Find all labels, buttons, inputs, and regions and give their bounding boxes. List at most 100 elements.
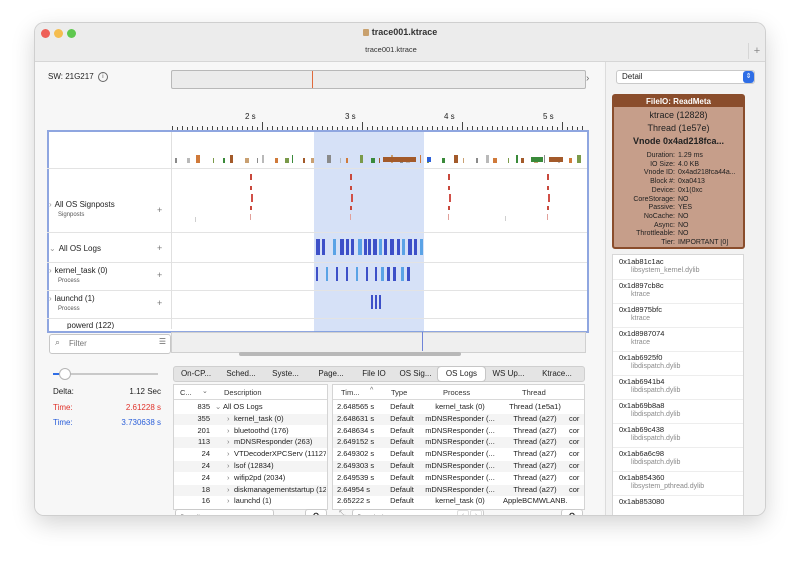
os-log-mark[interactable] — [351, 239, 354, 255]
os-log-mark[interactable] — [333, 239, 336, 255]
kernel-task-mark[interactable] — [381, 267, 384, 281]
kernel-task-mark[interactable] — [356, 267, 358, 281]
kernel-task-mark[interactable] — [346, 267, 348, 281]
chevron-right-icon[interactable]: › — [586, 73, 589, 84]
backtrace-frame[interactable]: 0x1ab69b8a8 libdispatch.dylib — [613, 399, 743, 424]
kernel-task-mark[interactable] — [326, 267, 328, 281]
lane-all-os-logs[interactable]: ⌄ All OS Logs — [49, 244, 171, 253]
tab-scheduling[interactable]: Sched... — [219, 367, 263, 381]
find-message-input[interactable] — [367, 511, 451, 515]
signpost-mark[interactable] — [448, 174, 450, 180]
disclosure-icon[interactable]: › — [227, 496, 230, 505]
column-header-description[interactable]: Description — [224, 388, 262, 397]
table-row[interactable]: 835 ⌄ All OS Logs — [174, 402, 327, 413]
os-log-mark[interactable] — [340, 239, 344, 255]
inspector-mode-select[interactable]: Detail ⇕ — [616, 70, 755, 84]
zoom-slider-knob[interactable] — [59, 368, 71, 380]
signpost-mark[interactable] — [505, 216, 506, 221]
backtrace-frame[interactable]: 0x1ab81c1ac libsystem_kernel.dylib — [613, 255, 743, 280]
disclosure-open-icon[interactable]: ⌄ — [49, 244, 56, 253]
os-log-mark[interactable] — [402, 239, 405, 255]
column-header-type[interactable]: Type — [391, 388, 407, 397]
signpost-mark[interactable] — [250, 186, 252, 190]
tab-ktrace[interactable]: Ktrace... — [532, 367, 582, 381]
signpost-mark[interactable] — [547, 206, 549, 210]
gear-icon[interactable]: ⚙ — [561, 509, 583, 515]
add-track-button[interactable]: + — [157, 270, 162, 280]
launchd-mark[interactable] — [375, 295, 377, 309]
backtrace-frame[interactable]: 0x1ab6a6c98 libdispatch.dylib — [613, 447, 743, 472]
signpost-mark[interactable] — [548, 194, 550, 202]
find-previous-button[interactable]: ‹ — [457, 510, 469, 515]
disclosure-icon[interactable]: › — [227, 461, 230, 470]
table-row[interactable]: 2.648631 s Default mDNSResponder (... Threa… — [333, 413, 584, 425]
disclosure-open-icon[interactable]: ⌄ — [215, 402, 221, 411]
lane-all-os-signposts[interactable]: › All OS Signposts Signposts — [49, 200, 171, 218]
kernel-task-mark[interactable] — [393, 267, 396, 281]
kernel-task-mark[interactable] — [375, 267, 377, 281]
signpost-mark[interactable] — [547, 174, 549, 180]
os-log-mark[interactable] — [384, 239, 387, 255]
backtrace-frame[interactable]: 0x1ab6925f0 libdispatch.dylib — [613, 351, 743, 376]
find-next-button[interactable]: › — [470, 510, 482, 515]
disclosure-icon[interactable]: › — [49, 294, 52, 303]
table-row[interactable]: 2.648634 s Default mDNSResponder (... Threa… — [333, 425, 584, 437]
os-log-mark[interactable] — [408, 239, 412, 255]
signpost-mark[interactable] — [250, 206, 252, 210]
horizontal-scrollbar[interactable] — [239, 352, 461, 356]
disclosure-icon[interactable]: › — [49, 200, 52, 209]
add-track-button[interactable]: + — [157, 298, 162, 308]
disclosure-icon[interactable]: › — [227, 437, 230, 446]
signpost-mark[interactable] — [448, 186, 450, 190]
table-row[interactable]: 2.65222 s Default kernel_task (0) AppleBCMW… — [333, 496, 584, 508]
table-row[interactable]: 2.649152 s Default mDNSResponder (... Threa… — [333, 437, 584, 449]
disclosure-icon[interactable]: › — [227, 485, 230, 494]
backtrace-frame[interactable]: 0x1d8987074 ktrace — [613, 327, 743, 352]
tab-system-calls[interactable]: Syste... — [264, 367, 307, 381]
table-row[interactable]: 2.649303 s Default mDNSResponder (... Threa… — [333, 461, 584, 472]
backtrace-frame[interactable]: 0x1ab854360 libsystem_pthread.dylib — [613, 471, 743, 496]
signpost-mark[interactable] — [350, 206, 352, 210]
tab-page-faults[interactable]: Page... — [308, 367, 354, 381]
find-message-field[interactable]: ⌕ ‹ › — [352, 509, 484, 515]
track-filter-field[interactable]: ⌕ ☰ — [49, 334, 171, 354]
os-log-mark[interactable] — [316, 239, 320, 255]
track-scroll-region[interactable] — [171, 332, 586, 353]
signpost-mark[interactable] — [195, 217, 196, 222]
signpost-mark[interactable] — [350, 174, 352, 180]
backtrace-frame[interactable]: 0x1d8975bfc ktrace — [613, 303, 743, 328]
signpost-mark[interactable] — [250, 174, 252, 180]
os-log-mark[interactable] — [397, 239, 400, 255]
list-options-icon[interactable]: ☰ — [159, 337, 166, 346]
lane-kernel-task[interactable]: › kernel_task (0) Process — [49, 266, 171, 284]
table-row[interactable]: 2.649302 s Default mDNSResponder (... Threa… — [333, 449, 584, 461]
kernel-task-mark[interactable] — [336, 267, 338, 281]
os-log-mark[interactable] — [414, 239, 417, 255]
signpost-mark[interactable] — [350, 214, 351, 220]
filter-messages-field[interactable]: ⌕ — [175, 509, 274, 515]
sort-ascending-icon[interactable]: ^ — [370, 387, 373, 394]
signpost-mark[interactable] — [350, 186, 352, 190]
signpost-mark[interactable] — [547, 214, 548, 220]
table-row[interactable]: 201 › bluetoothd (176) — [174, 425, 327, 437]
table-row[interactable]: 24 › lsof (12834) — [174, 461, 327, 472]
tab-file-io[interactable]: File IO — [355, 367, 393, 381]
signpost-mark[interactable] — [351, 194, 353, 202]
table-row[interactable]: 24 › wifip2pd (2034) — [174, 472, 327, 484]
launchd-mark[interactable] — [371, 295, 373, 309]
launchd-mark[interactable] — [379, 295, 381, 309]
table-row[interactable]: 2.64954 s Default mDNSResponder (... Thread… — [333, 484, 584, 496]
column-header-time[interactable]: Tim... — [341, 388, 359, 397]
tab-os-logs[interactable]: OS Logs — [438, 367, 485, 381]
add-track-button[interactable]: + — [157, 205, 162, 215]
kernel-task-mark[interactable] — [366, 267, 368, 281]
os-log-mark[interactable] — [368, 239, 371, 255]
os-log-mark[interactable] — [364, 239, 367, 255]
disclosure-icon[interactable]: › — [227, 449, 230, 458]
tab-on-cpu[interactable]: On-CP... — [174, 367, 218, 381]
os-log-mark[interactable] — [379, 239, 382, 255]
table-row[interactable]: 113 › mDNSResponder (263) — [174, 437, 327, 449]
os-log-mark[interactable] — [358, 239, 362, 255]
time-selection[interactable] — [314, 132, 424, 344]
column-header-process[interactable]: Process — [443, 388, 470, 397]
